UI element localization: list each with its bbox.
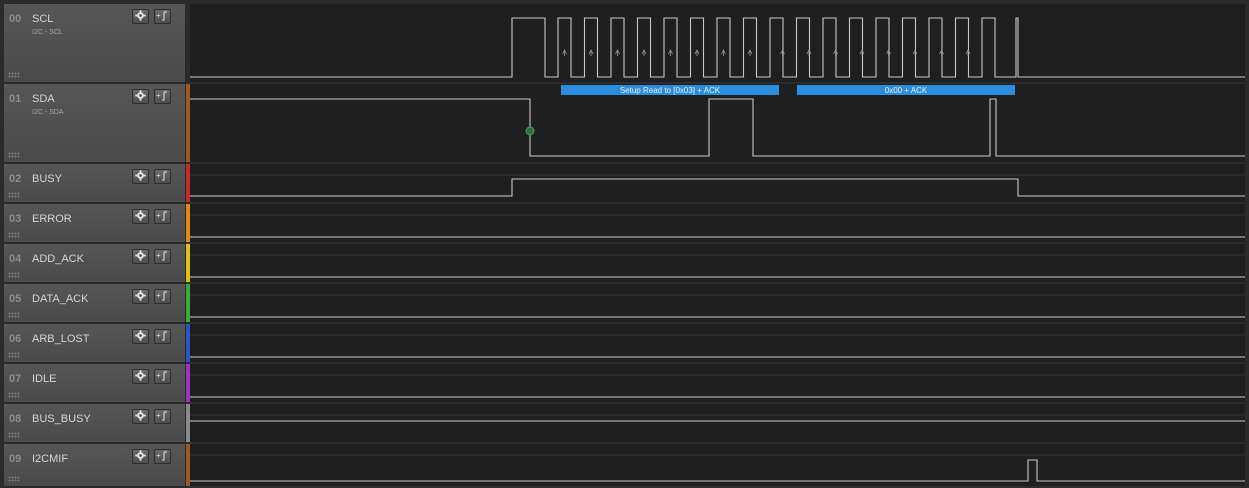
svg-text:+: + — [156, 371, 161, 380]
drag-handle-icon[interactable] — [8, 312, 20, 318]
svg-text:+: + — [156, 251, 161, 260]
svg-text:+: + — [156, 171, 161, 180]
gear-icon[interactable] — [132, 89, 149, 104]
channel-row-add-ack[interactable]: 04 ADD_ACK + — [4, 244, 185, 284]
decode-label: 0x00 + ACK — [885, 86, 928, 95]
svg-text:+: + — [156, 411, 161, 420]
channel-number: 04 — [9, 253, 22, 265]
drag-handle-icon[interactable] — [8, 232, 20, 238]
svg-text:+: + — [156, 331, 161, 340]
gear-icon[interactable] — [132, 409, 149, 424]
channel-name[interactable]: ARB_LOST — [32, 333, 89, 345]
channel-row-busy[interactable]: 02 BUSY + — [4, 164, 185, 204]
trigger-edge-icon[interactable]: + — [154, 9, 171, 24]
channel-sidebar: 00 SCL I2C - SCL +01 SDA I2C - SDA +02 BUSY +03 E… — [4, 4, 190, 488]
drag-handle-icon[interactable] — [8, 152, 20, 158]
waveform-track — [190, 84, 1245, 162]
channel-name[interactable]: ADD_ACK — [32, 253, 84, 265]
trigger-edge-icon[interactable]: + — [154, 329, 171, 344]
channel-name[interactable]: SCL — [32, 13, 53, 25]
waveform-track — [190, 204, 1245, 242]
gear-icon[interactable] — [132, 289, 149, 304]
svg-text:+: + — [156, 91, 161, 100]
gear-icon[interactable] — [132, 329, 149, 344]
channel-name[interactable]: BUSY — [32, 173, 62, 185]
channel-name[interactable]: I2CMIF — [32, 453, 68, 465]
channel-number: 00 — [9, 13, 22, 25]
drag-handle-icon[interactable] — [8, 272, 20, 278]
drag-handle-icon[interactable] — [8, 392, 20, 398]
channel-row-error[interactable]: 03 ERROR + — [4, 204, 185, 244]
start-condition-marker[interactable] — [525, 126, 535, 136]
trigger-edge-icon[interactable]: + — [154, 369, 171, 384]
waveform-area[interactable]: Setup Read to [0x03] + ACK 0x00 + ACK — [190, 4, 1245, 488]
channel-row-i2cmif[interactable]: 09 I2CMIF + — [4, 444, 185, 488]
channel-number: 05 — [9, 293, 22, 305]
gear-icon[interactable] — [132, 209, 149, 224]
channel-row-data-ack[interactable]: 05 DATA_ACK + — [4, 284, 185, 324]
gear-icon[interactable] — [132, 9, 149, 24]
channel-number: 03 — [9, 213, 22, 225]
channel-analyzer-label: I2C - SDA — [32, 109, 64, 116]
gear-icon[interactable] — [132, 449, 149, 464]
trigger-edge-icon[interactable]: + — [154, 449, 171, 464]
channel-number: 01 — [9, 93, 22, 105]
channel-row-arb-lost[interactable]: 06 ARB_LOST + — [4, 324, 185, 364]
drag-handle-icon[interactable] — [8, 192, 20, 198]
channel-name[interactable]: BUS_BUSY — [32, 413, 91, 425]
drag-handle-icon[interactable] — [8, 432, 20, 438]
channel-analyzer-label: I2C - SCL — [32, 29, 63, 36]
svg-text:+: + — [156, 451, 161, 460]
trigger-edge-icon[interactable]: + — [154, 89, 171, 104]
svg-text:+: + — [156, 211, 161, 220]
drag-handle-icon[interactable] — [8, 72, 20, 78]
logic-analyzer-window: 00 SCL I2C - SCL +01 SDA I2C - SDA +02 BUSY +03 E… — [0, 0, 1249, 488]
waveform-track — [190, 364, 1245, 402]
trigger-edge-icon[interactable]: + — [154, 209, 171, 224]
channel-name[interactable]: SDA — [32, 93, 55, 105]
svg-text:+: + — [156, 291, 161, 300]
gear-icon[interactable] — [132, 249, 149, 264]
channel-row-scl[interactable]: 00 SCL I2C - SCL + — [4, 4, 185, 84]
channel-number: 06 — [9, 333, 22, 345]
channel-name[interactable]: ERROR — [32, 213, 72, 225]
channel-row-sda[interactable]: 01 SDA I2C - SDA + — [4, 84, 185, 164]
gear-icon[interactable] — [132, 169, 149, 184]
waveform-track — [190, 244, 1245, 282]
trigger-edge-icon[interactable]: + — [154, 169, 171, 184]
svg-text:+: + — [156, 11, 161, 20]
trigger-edge-icon[interactable]: + — [154, 289, 171, 304]
drag-handle-icon[interactable] — [8, 352, 20, 358]
channel-row-idle[interactable]: 07 IDLE + — [4, 364, 185, 404]
trigger-edge-icon[interactable]: + — [154, 409, 171, 424]
channel-row-bus-busy[interactable]: 08 BUS_BUSY + — [4, 404, 185, 444]
waveform-track — [190, 324, 1245, 362]
channel-name[interactable]: IDLE — [32, 373, 56, 385]
waveform-track — [190, 284, 1245, 322]
channel-number: 09 — [9, 453, 22, 465]
channel-number: 08 — [9, 413, 22, 425]
decode-label: Setup Read to [0x03] + ACK — [620, 86, 721, 95]
channel-name[interactable]: DATA_ACK — [32, 293, 88, 305]
channel-number: 02 — [9, 173, 22, 185]
waveform-track — [190, 444, 1245, 486]
waveform-track — [190, 404, 1245, 442]
trigger-edge-icon[interactable]: + — [154, 249, 171, 264]
channel-number: 07 — [9, 373, 22, 385]
gear-icon[interactable] — [132, 369, 149, 384]
drag-handle-icon[interactable] — [8, 476, 20, 482]
